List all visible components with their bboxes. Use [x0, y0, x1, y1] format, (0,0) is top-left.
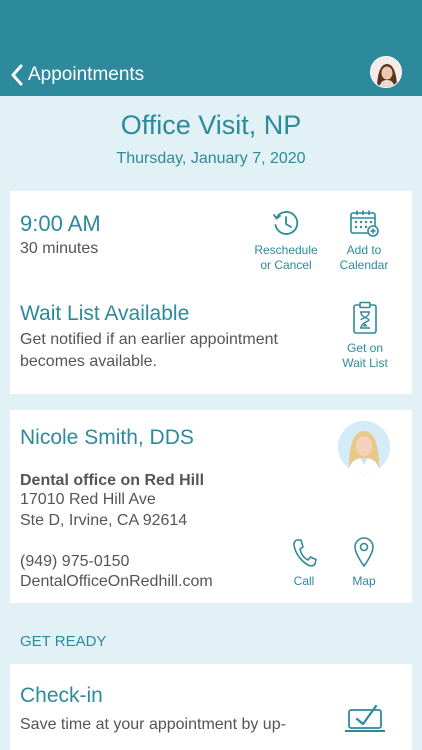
checkbox-icon [345, 704, 385, 732]
get-ready-section-label: GET READY [20, 633, 107, 650]
calendar-label-line1: Add to [346, 243, 382, 257]
provider-photo [338, 421, 390, 473]
call-button[interactable]: Call [282, 538, 326, 589]
add-to-calendar-button[interactable]: Add to Calendar [330, 209, 398, 273]
reschedule-label-line2: or Cancel [260, 258, 312, 272]
wait-list-description: Get notified if an earlier appointment b… [20, 331, 278, 370]
reschedule-button[interactable]: Reschedule or Cancel [250, 209, 322, 273]
office-name: Dental office on Red Hill [20, 472, 205, 489]
appointment-date: Thursday, January 7, 2020 [116, 150, 306, 167]
appointment-time: 9:00 AM [20, 211, 101, 236]
map-label: Map [352, 574, 376, 588]
checkin-title: Check-in [20, 684, 103, 707]
get-on-wait-list-button[interactable]: Get on Wait List [332, 301, 398, 371]
chevron-left-icon [11, 64, 23, 86]
address-line1: 17010 Red Hill Ave [20, 491, 156, 508]
user-avatar[interactable] [370, 56, 402, 88]
back-label: Appointments [28, 64, 145, 85]
website-link[interactable]: DentalOfficeOnRedhill.com [20, 573, 213, 591]
provider-name: Nicole Smith, DDS [20, 426, 194, 449]
call-label: Call [293, 574, 315, 588]
checkin-card[interactable]: Check-in Save time at your appointment b… [10, 664, 412, 750]
app-header: Appointments [0, 0, 422, 96]
map-button[interactable]: Map [342, 536, 386, 589]
calendar-label-line2: Calendar [339, 258, 389, 272]
wait-list-action-line1: Get on [346, 341, 384, 355]
phone-icon [293, 539, 317, 567]
back-button[interactable]: Appointments [10, 60, 144, 90]
appointment-duration: 30 minutes [20, 240, 99, 257]
provider-photo-image [338, 421, 390, 473]
hourglass-clipboard-icon [353, 301, 377, 334]
map-pin-icon [354, 537, 374, 568]
phone-number[interactable]: (949) 975-0150 [20, 553, 129, 571]
user-avatar-image [371, 57, 401, 87]
address-line2: Ste D, Irvine, CA 92614 [20, 512, 188, 529]
checkin-description: Save time at your appointment by up- [20, 716, 286, 733]
clock-refresh-icon [273, 211, 299, 235]
wait-list-title: Wait List Available [20, 302, 190, 325]
wait-list-action-line2: Wait List [342, 356, 388, 370]
reschedule-label-line1: Reschedule [254, 243, 318, 257]
calendar-add-icon [350, 210, 379, 237]
provider-card: Nicole Smith, DDS Dental office on Red H… [10, 410, 412, 603]
appointment-card: 9:00 AM 30 minutes Reschedule or Cancel … [10, 191, 412, 394]
page-title: Office Visit, NP [120, 110, 302, 140]
